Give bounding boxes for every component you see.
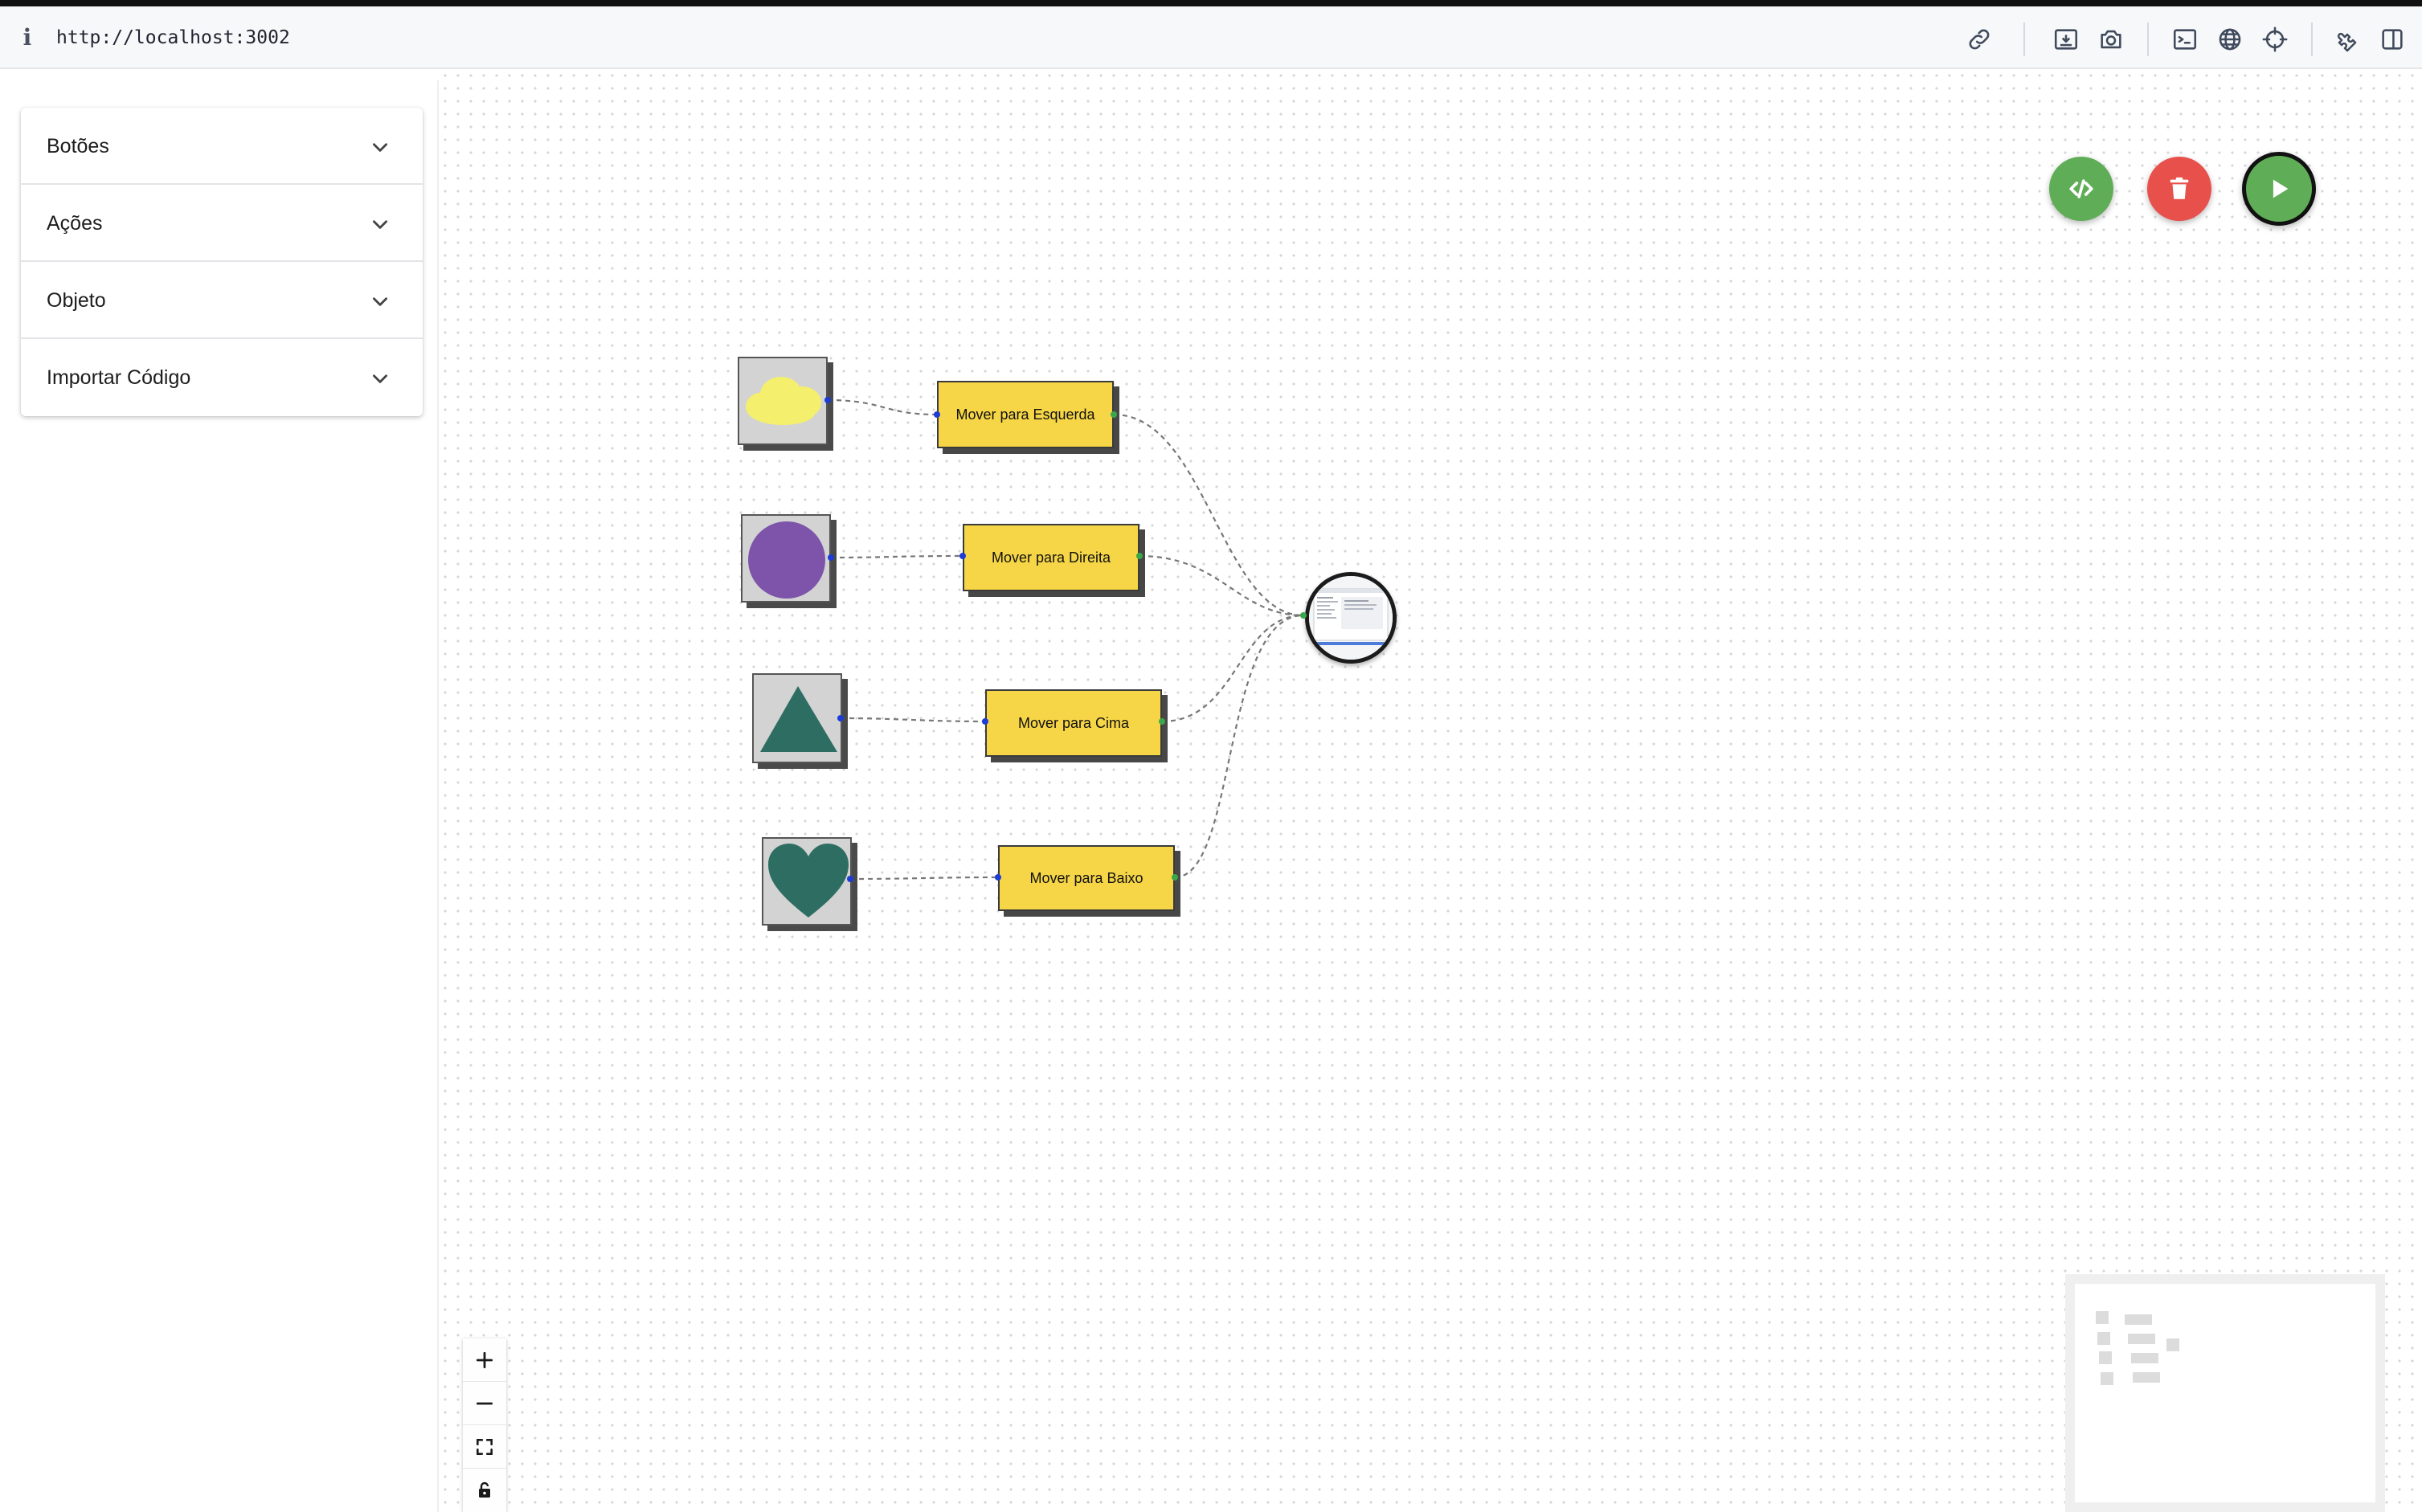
action-node-mover-baixo[interactable]: Mover para Baixo xyxy=(998,845,1175,911)
toolbar-divider xyxy=(2311,22,2313,56)
node-handle[interactable] xyxy=(837,715,844,721)
node-handle[interactable] xyxy=(824,397,831,403)
lock-icon xyxy=(475,1481,494,1500)
accordion-botoes[interactable]: Botões xyxy=(21,108,423,185)
code-icon xyxy=(2068,175,2095,202)
zoom-out-icon xyxy=(474,1393,495,1414)
play-icon xyxy=(2265,175,2293,202)
node-handle[interactable] xyxy=(995,874,1001,881)
minimap-node xyxy=(2128,1334,2155,1344)
cloud-icon xyxy=(746,377,821,425)
accordion-acoes[interactable]: Ações xyxy=(21,185,423,262)
node-handle[interactable] xyxy=(1111,411,1117,418)
heart-icon xyxy=(768,844,849,917)
accordion-objeto[interactable]: Objeto xyxy=(21,262,423,339)
circle-icon xyxy=(748,521,825,599)
chevron-down-icon xyxy=(370,368,391,389)
action-node-mover-esquerda[interactable]: Mover para Esquerda xyxy=(937,381,1114,448)
minimap-node xyxy=(2131,1353,2158,1363)
action-node-mover-cima[interactable]: Mover para Cima xyxy=(985,689,1162,757)
terminal-icon[interactable] xyxy=(2171,26,2199,53)
node-handle[interactable] xyxy=(847,876,853,882)
browser-address-bar: i http://localhost:3002 xyxy=(0,6,2422,69)
shape-node-triangle[interactable] xyxy=(752,673,842,763)
shape-node-cloud[interactable] xyxy=(738,357,828,445)
zoom-in-button[interactable] xyxy=(463,1338,506,1382)
node-handle[interactable] xyxy=(959,553,966,559)
screenshot-thumbnail-icon xyxy=(1309,576,1393,660)
run-button[interactable] xyxy=(2242,152,2316,226)
info-icon[interactable]: i xyxy=(19,26,35,50)
chevron-down-icon xyxy=(370,291,391,312)
window-top-strip xyxy=(0,0,2422,6)
chevron-down-icon xyxy=(370,137,391,157)
accordion-label: Objeto xyxy=(47,289,106,312)
node-handle[interactable] xyxy=(1172,874,1178,881)
chevron-down-icon xyxy=(370,214,391,235)
node-handle[interactable] xyxy=(982,718,988,725)
camera-icon[interactable] xyxy=(2097,26,2125,53)
minimap-node xyxy=(2099,1351,2112,1364)
zoom-controls xyxy=(463,1338,506,1512)
minimap-node xyxy=(2096,1311,2109,1324)
save-screenshot-icon[interactable] xyxy=(2052,26,2080,53)
zoom-in-icon xyxy=(474,1350,495,1371)
zoom-out-button[interactable] xyxy=(463,1382,506,1425)
minimap-node xyxy=(2166,1338,2179,1351)
url-text[interactable]: http://localhost:3002 xyxy=(56,26,290,50)
cloud-shape xyxy=(746,377,821,425)
shape-node-heart[interactable] xyxy=(762,837,852,926)
accordion-label: Importar Código xyxy=(47,366,191,389)
crosshair-icon[interactable] xyxy=(2261,26,2289,53)
sidebar-accordion: Botões Ações Objeto Importar Código xyxy=(21,108,423,416)
node-handle[interactable] xyxy=(828,554,834,561)
toolbar-divider xyxy=(2023,22,2025,56)
extensions-icon[interactable] xyxy=(2334,26,2361,53)
trash-icon xyxy=(2166,175,2193,202)
minimap-node xyxy=(2133,1372,2160,1383)
node-handle[interactable] xyxy=(1136,553,1143,559)
accordion-label: Ações xyxy=(47,212,103,235)
fit-view-button[interactable] xyxy=(463,1425,506,1469)
globe-icon[interactable] xyxy=(2216,26,2244,53)
link-icon[interactable] xyxy=(1966,26,1993,53)
action-node-mover-direita[interactable]: Mover para Direita xyxy=(963,524,1139,591)
minimap[interactable] xyxy=(2065,1274,2385,1512)
node-handle[interactable] xyxy=(1159,718,1165,725)
minimap-node xyxy=(2097,1332,2110,1345)
minimap-node xyxy=(2125,1314,2152,1325)
split-view-icon[interactable] xyxy=(2379,26,2406,53)
sidebar-divider xyxy=(437,80,439,1512)
triangle-icon xyxy=(760,686,837,752)
minimap-node xyxy=(2101,1372,2113,1385)
shape-node-circle[interactable] xyxy=(741,514,831,603)
node-handle[interactable] xyxy=(1300,612,1307,619)
toolbar-divider xyxy=(2147,22,2149,56)
code-button[interactable] xyxy=(2049,157,2113,221)
node-handle[interactable] xyxy=(934,411,940,418)
delete-button[interactable] xyxy=(2147,157,2211,221)
fit-view-icon xyxy=(474,1436,495,1457)
target-object-node[interactable] xyxy=(1305,572,1397,664)
accordion-label: Botões xyxy=(47,135,109,157)
accordion-importar-codigo[interactable]: Importar Código xyxy=(21,339,423,416)
lock-button[interactable] xyxy=(463,1469,506,1512)
